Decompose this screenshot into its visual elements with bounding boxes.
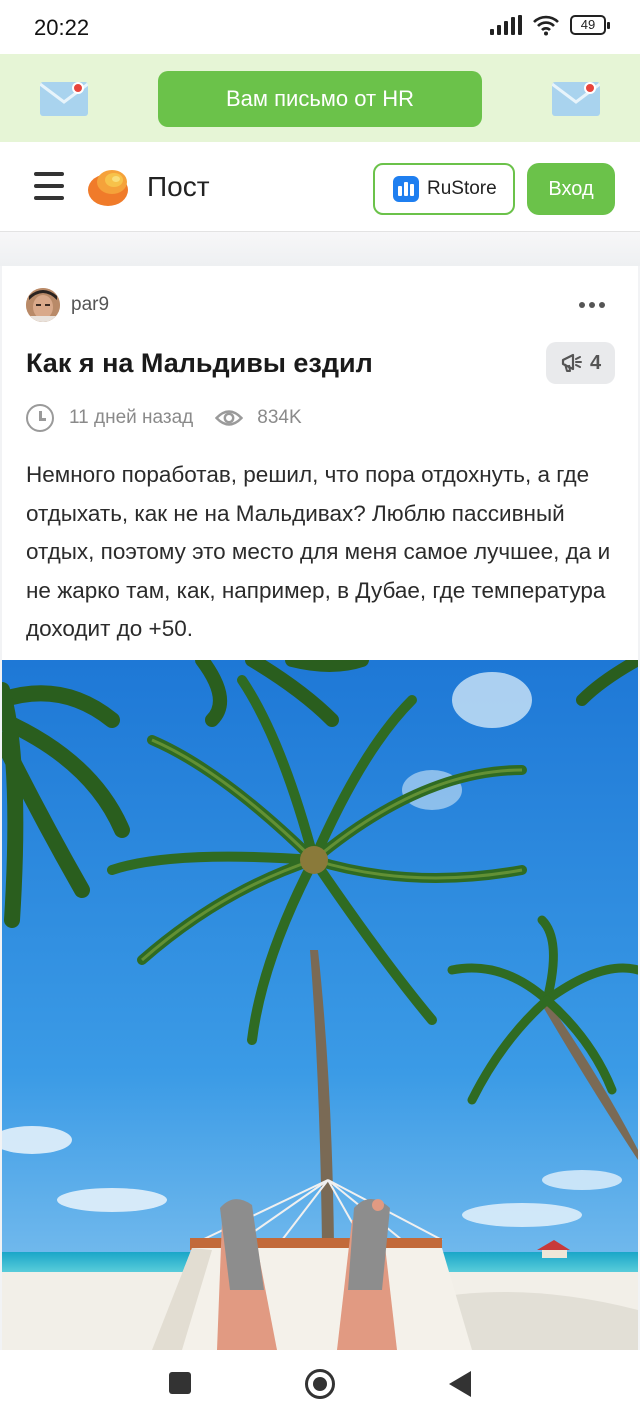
site-header: Пост RuStore Вход [0, 142, 640, 232]
wifi-icon [533, 15, 559, 36]
brand-name[interactable]: Пост [147, 171, 210, 203]
envelope-icon [552, 82, 600, 116]
post-card: par9 Как я на Мальдивы ездил 4 11 дней н… [2, 266, 638, 1350]
post-meta: 11 дней назад 834K [26, 404, 302, 432]
signal-icon [490, 15, 522, 35]
post-image[interactable] [2, 660, 638, 1350]
megaphone-icon [561, 353, 582, 372]
rustore-button[interactable]: RuStore [373, 163, 515, 215]
envelope-icon [40, 82, 88, 116]
status-time: 20:22 [34, 15, 90, 40]
post-views: 834K [257, 407, 302, 428]
rustore-label: RuStore [427, 178, 497, 199]
system-nav-bar [0, 1350, 640, 1423]
hr-letter-button[interactable]: Вам письмо от HR [158, 71, 482, 127]
status-icons: 49 [490, 14, 610, 36]
home-icon[interactable] [305, 1369, 335, 1399]
avatar[interactable] [26, 288, 60, 322]
rustore-icon [393, 176, 419, 202]
post-title[interactable]: Как я на Мальдивы ездил [26, 348, 373, 379]
post-author[interactable]: par9 [71, 294, 109, 316]
battery-icon: 49 [570, 15, 610, 35]
clock-icon [26, 404, 54, 432]
status-bar: 20:22 49 [0, 0, 640, 54]
eye-icon [215, 410, 244, 426]
comments-count: 4 [589, 351, 602, 374]
post-time: 11 дней назад [69, 407, 194, 428]
comments-button[interactable]: 4 [546, 342, 615, 384]
recents-icon[interactable] [169, 1372, 191, 1394]
logo-icon[interactable] [86, 164, 130, 208]
menu-icon[interactable] [34, 172, 64, 200]
header-shadow [0, 232, 640, 266]
login-button[interactable]: Вход [527, 163, 615, 215]
promo-banner: Вам письмо от HR [0, 54, 640, 142]
back-icon[interactable] [449, 1371, 471, 1397]
more-options-icon[interactable] [579, 302, 605, 308]
post-text: Немного поработав, решил, что пора отдох… [26, 462, 611, 641]
